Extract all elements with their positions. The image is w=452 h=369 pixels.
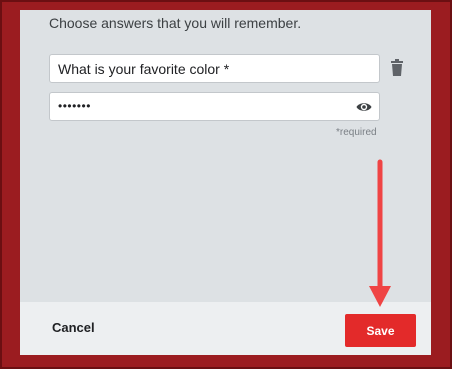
security-question-dialog: Choose answers that you will remember. W…: [20, 10, 431, 355]
security-question-field[interactable]: What is your favorite color *: [49, 54, 380, 83]
eye-icon[interactable]: [356, 100, 372, 114]
save-button[interactable]: Save: [345, 314, 416, 347]
dialog-footer: Cancel Save: [20, 302, 431, 355]
security-question-value: What is your favorite color *: [58, 61, 230, 77]
trash-icon[interactable]: [389, 59, 405, 77]
cancel-button[interactable]: Cancel: [52, 320, 95, 335]
required-note: *required: [336, 127, 377, 138]
security-answer-masked-value: •••••••: [58, 99, 91, 113]
security-answer-field[interactable]: •••••••: [49, 92, 380, 121]
instructions-text: Choose answers that you will remember.: [49, 15, 302, 31]
